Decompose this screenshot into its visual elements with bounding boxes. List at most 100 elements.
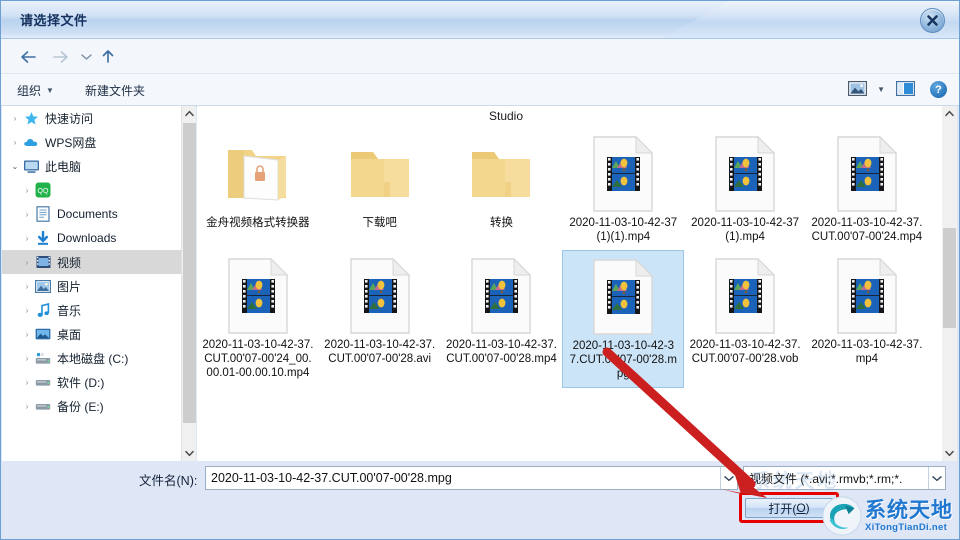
computer-icon: [22, 158, 40, 174]
sidebar-scrollbar[interactable]: [181, 106, 196, 461]
preview-pane-button[interactable]: [896, 81, 915, 96]
sidebar-item-快速访问[interactable]: › 快速访问: [2, 106, 195, 130]
partial-folder-label: Studio: [488, 109, 524, 123]
sidebar-scroll-thumb[interactable]: [183, 123, 196, 423]
folder-item[interactable]: 金舟视频格式转换器: [197, 128, 319, 250]
video-file-icon: [686, 132, 804, 216]
file-name-label: 金舟视频格式转换器: [206, 217, 310, 229]
folder-item[interactable]: 下载吧: [319, 128, 441, 250]
chevron-right-icon[interactable]: ›: [20, 186, 34, 195]
chevron-down-icon: [945, 450, 954, 457]
chevron-right-icon[interactable]: ›: [20, 330, 34, 339]
sidebar-item-Documents[interactable]: › Documents: [2, 202, 195, 226]
chevron-right-icon[interactable]: ›: [20, 258, 34, 267]
documents-icon: [34, 206, 52, 222]
organize-button[interactable]: 组织 ▼: [17, 82, 54, 99]
file-list-pane[interactable]: 金舟视频格式转换器 下载吧 转换 2020-11-03-10-42-37(1)(1).…: [197, 106, 943, 461]
sidebar-item-此电脑[interactable]: ⌄ 此电脑: [2, 154, 195, 178]
navigation-sidebar[interactable]: › 快速访问 › WPS网盘 ⌄ 此电脑 › QQ › Documents › Downloads › 视…: [2, 106, 196, 461]
sidebar-item-label: 此电脑: [45, 159, 82, 174]
file-pane-scrollbar[interactable]: [942, 106, 957, 461]
svg-text:QQ: QQ: [38, 188, 49, 195]
drive-icon: [34, 374, 52, 390]
chevron-right-icon[interactable]: ›: [8, 114, 22, 123]
file-scroll-down-button[interactable]: [942, 446, 957, 461]
close-button[interactable]: [920, 8, 945, 33]
sidebar-item-WPS网盘[interactable]: › WPS网盘: [2, 130, 195, 154]
recent-locations-button[interactable]: [75, 46, 97, 67]
file-item[interactable]: 2020-11-03-10-42-37.CUT.00'07-00'28.avi: [319, 250, 441, 388]
up-button[interactable]: [97, 46, 119, 67]
sidebar-item-图片[interactable]: › 图片: [2, 274, 195, 298]
file-item[interactable]: 2020-11-03-10-42-37.CUT.00'07-00'24.mp4: [806, 128, 928, 250]
chevron-down-icon[interactable]: ⌄: [8, 162, 22, 171]
chevron-down-icon: [932, 475, 942, 481]
watermark-en: XiTongTianDi.net: [865, 521, 948, 533]
chevron-right-icon[interactable]: ›: [20, 354, 34, 363]
sidebar-item-备份 (E:)[interactable]: › 备份 (E:): [2, 394, 195, 418]
chevron-right-icon[interactable]: ›: [20, 234, 34, 243]
sidebar-item-音乐[interactable]: › 音乐: [2, 298, 195, 322]
sidebar-item-本地磁盘 (C:)[interactable]: › 本地磁盘 (C:): [2, 346, 195, 370]
file-name-label: 2020-11-03-10-42-37.CUT.00'07-00'24.mp4: [811, 217, 923, 243]
chevron-right-icon[interactable]: ›: [20, 306, 34, 315]
address-bar-row: › 此电脑 › 视频 › 搜索"视频": [1, 39, 959, 107]
sidebar-item-软件 (D:)[interactable]: › 软件 (D:): [2, 370, 195, 394]
file-name-label: 2020-11-03-10-42-37(1)(1).mp4: [569, 217, 678, 243]
chevron-up-icon: [185, 110, 194, 117]
file-name-label: 下载吧: [362, 217, 397, 229]
video-icon: [34, 254, 52, 270]
chevron-down-icon: ▼: [46, 86, 54, 95]
sidebar-item-桌面[interactable]: › 桌面: [2, 322, 195, 346]
file-scroll-thumb[interactable]: [943, 228, 956, 328]
sidebar-item-app-3[interactable]: › QQ: [2, 178, 195, 202]
folder-item[interactable]: 转换: [441, 128, 563, 250]
watermark-cn: 系统天地: [865, 498, 953, 522]
chevron-right-icon[interactable]: ›: [20, 210, 34, 219]
chevron-right-icon[interactable]: ›: [20, 378, 34, 387]
music-icon: [34, 302, 52, 318]
file-item[interactable]: 2020-11-03-10-42-37.mp4: [806, 250, 928, 388]
new-folder-label: 新建文件夹: [85, 84, 146, 98]
back-button[interactable]: [17, 46, 39, 67]
file-name-label: 2020-11-03-10-42-37.CUT.00'07-00'24_00.0…: [202, 339, 314, 379]
chevron-right-icon[interactable]: ›: [8, 138, 22, 147]
filetype-dropdown-button[interactable]: [928, 467, 945, 489]
file-name-label: 2020-11-03-10-42-37(1).mp4: [691, 217, 799, 243]
help-button[interactable]: ?: [930, 81, 947, 98]
chevron-down-icon: [80, 53, 92, 60]
sidebar-item-label: WPS网盘: [45, 135, 97, 150]
swirl-logo-icon: [822, 496, 862, 536]
forward-button[interactable]: [49, 46, 71, 67]
open-button-accesskey: O: [796, 501, 806, 515]
file-item[interactable]: 2020-11-03-10-42-37.CUT.00'07-00'28.mp4: [441, 250, 563, 388]
view-options-icon: [848, 81, 867, 96]
chevron-down-icon: [185, 450, 194, 457]
forward-arrow-icon: [52, 50, 68, 63]
command-toolbar: 组织 ▼ 新建文件夹 ▼ ?: [1, 74, 959, 106]
view-options-button[interactable]: [848, 81, 867, 96]
video-file-icon: [443, 254, 561, 338]
new-folder-button[interactable]: 新建文件夹: [85, 82, 145, 99]
sidebar-item-视频[interactable]: › 视频: [2, 250, 195, 274]
file-item[interactable]: 2020-11-03-10-42-37.CUT.00'07-00'24_00.0…: [197, 250, 319, 388]
file-item[interactable]: 2020-11-03-10-42-37(1).mp4: [684, 128, 806, 250]
sidebar-scroll-up-button[interactable]: [182, 106, 197, 121]
sidebar-item-label: 快速访问: [45, 111, 94, 126]
file-name-label: 2020-11-03-10-42-37.CUT.00'07-00'28.avi: [324, 339, 436, 365]
chevron-right-icon[interactable]: ›: [20, 402, 34, 411]
sidebar-scroll-down-button[interactable]: [182, 446, 197, 461]
sidebar-item-Downloads[interactable]: › Downloads: [2, 226, 195, 250]
video-file-icon: [686, 254, 804, 338]
help-icon: ?: [930, 81, 947, 98]
video-file-icon: [564, 132, 682, 216]
view-options-caret[interactable]: ▼: [872, 85, 885, 94]
chevron-right-icon[interactable]: ›: [20, 282, 34, 291]
chevron-up-icon: [945, 110, 954, 117]
sidebar-item-label: 软件 (D:): [57, 375, 105, 390]
file-scroll-up-button[interactable]: [942, 106, 957, 121]
file-name-label: 转换: [489, 217, 513, 229]
file-item[interactable]: 2020-11-03-10-42-37(1)(1).mp4: [562, 128, 684, 250]
folder-icon: [443, 132, 561, 216]
file-open-dialog: 请选择文件 组织 ▼ 新建文件夹 ▼ ? › 快速访问 › WPS网盘 ⌄ 此电…: [0, 0, 960, 540]
